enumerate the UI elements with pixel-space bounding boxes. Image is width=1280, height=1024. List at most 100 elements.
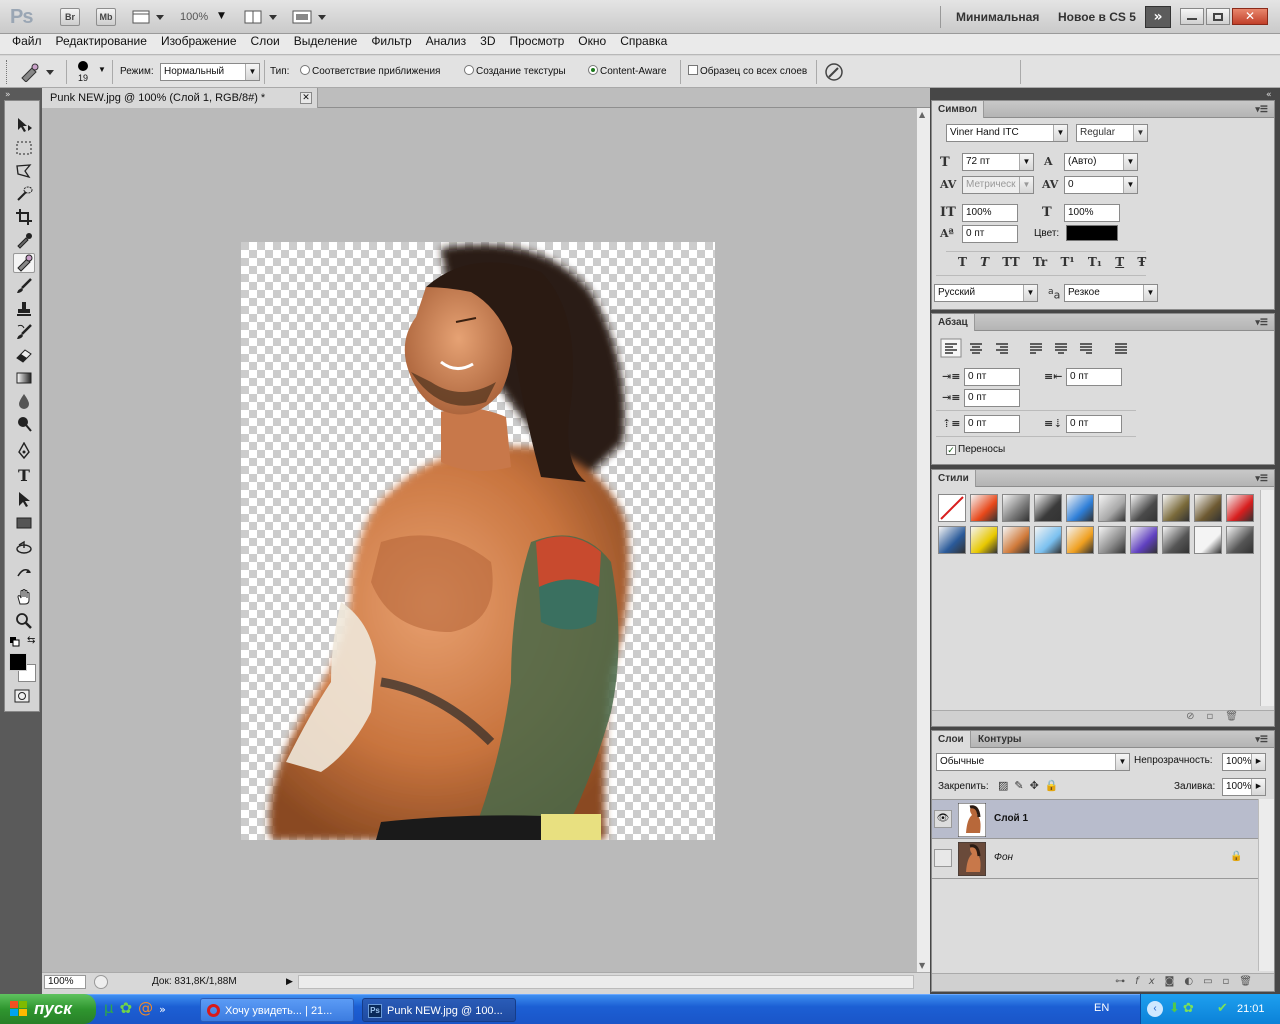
adjustment-layer-icon[interactable]: ◐ [1184, 976, 1203, 987]
underline-button[interactable]: T [1115, 255, 1124, 269]
close-window-button[interactable]: ✕ [1232, 8, 1268, 25]
menu-edit[interactable]: Редактирование [49, 34, 154, 48]
small-caps-button[interactable]: Tr [1033, 255, 1047, 269]
marquee-tool[interactable] [13, 138, 35, 158]
zoom-dropdown-icon[interactable]: ▼ [218, 11, 225, 21]
style-swatch[interactable] [938, 494, 966, 522]
lock-transparency-icon[interactable]: ▨ [998, 779, 1014, 792]
menu-layers[interactable]: Слои [244, 34, 287, 48]
document-canvas[interactable] [241, 242, 715, 840]
kerning-field[interactable]: Метрическ ▼ [962, 176, 1034, 194]
hyphenate-checkbox[interactable]: ✓ Переносы [946, 444, 1005, 455]
horizontal-scale-field[interactable]: 100% [1064, 204, 1120, 222]
language-indicator[interactable]: EN [1094, 1002, 1109, 1014]
history-brush-tool[interactable] [13, 322, 35, 342]
subscript-button[interactable]: T₁ [1088, 255, 1102, 269]
style-swatch[interactable] [1098, 526, 1126, 554]
mini-bridge-button[interactable]: Mb [96, 8, 116, 26]
font-style-select[interactable]: Regular ▼ [1076, 124, 1148, 142]
style-swatch[interactable] [1034, 526, 1062, 554]
brush-picker[interactable] [76, 60, 90, 72]
tab-layers[interactable]: Слои [932, 731, 971, 748]
more-workspaces-button[interactable]: » [1145, 6, 1171, 28]
start-button[interactable]: пуск [0, 994, 96, 1024]
network-check-icon[interactable]: ✔ [1217, 1000, 1228, 1016]
default-colors-button[interactable] [10, 637, 20, 647]
screen-mode-button[interactable] [292, 9, 328, 25]
icq-icon[interactable]: ✿ [120, 999, 139, 1017]
layers-scrollbar[interactable] [1258, 799, 1274, 971]
move-tool[interactable] [13, 115, 35, 135]
paragraph-panel-title[interactable]: Абзац [932, 314, 975, 331]
mode-select[interactable]: Нормальный ▼ [160, 63, 260, 81]
styles-panel-title[interactable]: Стили [932, 470, 976, 487]
menu-view[interactable]: Просмотр [502, 34, 571, 48]
style-swatch[interactable] [1066, 526, 1094, 554]
path-selection-tool[interactable] [13, 489, 35, 509]
quick-selection-tool[interactable] [13, 184, 35, 204]
faux-bold-button[interactable]: T [958, 255, 967, 269]
brush-tool[interactable] [13, 276, 35, 296]
add-mask-icon[interactable]: ◙ [1165, 976, 1185, 987]
document-tab[interactable]: Punk NEW.jpg @ 100% (Слой 1, RGB/8#) * [42, 88, 318, 108]
style-swatch[interactable] [1098, 494, 1126, 522]
type-proximity-match-radio[interactable]: Соответствие приближения [300, 65, 440, 77]
sample-all-layers-checkbox[interactable]: Образец со всех слоев [688, 65, 807, 77]
menu-analysis[interactable]: Анализ [419, 34, 474, 48]
font-size-field[interactable]: 72 пт ▼ [962, 153, 1034, 171]
menu-window[interactable]: Окно [571, 34, 613, 48]
baseline-shift-field[interactable]: 0 пт [962, 225, 1018, 243]
type-tool[interactable]: T [13, 465, 35, 485]
trash-icon[interactable]: 🗑 [1225, 711, 1250, 722]
download-arrow-icon[interactable]: ⬇ [1169, 1000, 1183, 1015]
bridge-button[interactable]: Br [60, 8, 80, 26]
new-style-icon[interactable]: ▫ [1207, 711, 1226, 722]
style-swatch[interactable] [1162, 526, 1190, 554]
zoom-tool[interactable] [13, 611, 35, 631]
tab-paths[interactable]: Контуры [972, 731, 1027, 748]
character-panel-title[interactable]: Символ [932, 101, 984, 118]
vertical-scale-field[interactable]: 100% [962, 204, 1018, 222]
style-swatch[interactable] [1226, 526, 1254, 554]
opacity-field[interactable]: 100% ▶ [1222, 753, 1266, 771]
menu-select[interactable]: Выделение [287, 34, 365, 48]
menu-help[interactable]: Справка [613, 34, 674, 48]
icq-flower-icon[interactable]: ✿ [1183, 1000, 1197, 1015]
layer-name[interactable]: Фон [994, 852, 1013, 863]
panel-menu-icon[interactable]: ▾☰ [1255, 317, 1268, 328]
gradient-tool[interactable] [13, 368, 35, 388]
zoom-level[interactable]: 100% [180, 11, 208, 23]
indent-left-field[interactable]: 0 пт [964, 368, 1020, 386]
hand-tool[interactable] [13, 587, 35, 607]
space-after-field[interactable]: 0 пт [1066, 415, 1122, 433]
3d-orbit-tool[interactable] [13, 563, 35, 583]
layer-style-icon[interactable]: fx [1135, 976, 1164, 987]
new-group-icon[interactable]: ▭ [1203, 976, 1222, 987]
superscript-button[interactable]: T¹ [1060, 255, 1074, 269]
antialias-select[interactable]: Резкое ▼ [1064, 284, 1158, 302]
spot-healing-tool[interactable] [13, 253, 35, 273]
blend-mode-select[interactable]: Обычные ▼ [936, 753, 1130, 771]
text-color-swatch[interactable] [1066, 225, 1118, 241]
crop-tool[interactable] [13, 207, 35, 227]
collapse-tools-icon[interactable]: » [5, 90, 11, 100]
dodge-tool[interactable] [13, 414, 35, 434]
style-swatch[interactable] [1130, 526, 1158, 554]
zoom-field[interactable]: 100% [44, 975, 86, 989]
eraser-tool[interactable] [13, 345, 35, 365]
lock-all-icon[interactable]: 🔒 [1045, 779, 1065, 792]
show-hidden-icons-icon[interactable]: ‹ [1147, 1001, 1163, 1017]
panel-menu-icon[interactable]: ▾☰ [1255, 473, 1268, 484]
style-swatch[interactable] [1130, 494, 1158, 522]
eye-visibility-icon[interactable]: 👁 [934, 810, 952, 828]
swap-colors-icon[interactable]: ⇆ [27, 635, 35, 646]
blur-tool[interactable] [13, 391, 35, 411]
type-create-texture-radio[interactable]: Создание текстуры [464, 65, 566, 77]
panel-menu-icon[interactable]: ▾☰ [1255, 734, 1268, 745]
status-menu-icon[interactable]: ▶ [286, 976, 293, 987]
workspace-minimal[interactable]: Минимальная [956, 10, 1039, 24]
indent-first-line-field[interactable]: 0 пт [964, 389, 1020, 407]
scroll-up-icon[interactable]: ▲ [919, 110, 925, 119]
layer-name[interactable]: Слой 1 [994, 813, 1028, 824]
menu-file[interactable]: Файл [0, 34, 49, 48]
